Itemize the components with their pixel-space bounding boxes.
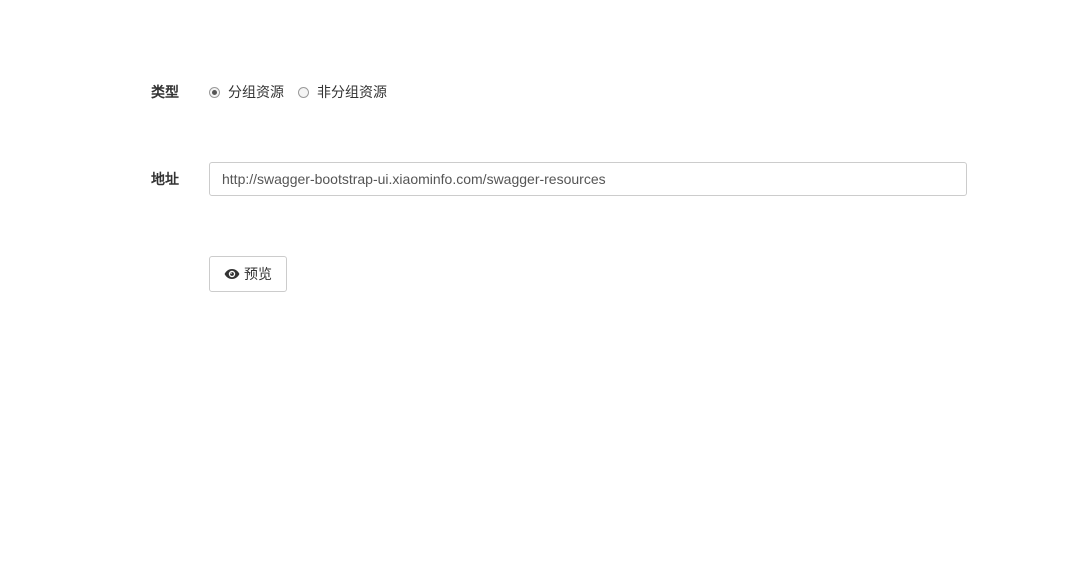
resource-form: 类型 分组资源 非分组资源 地址 预览 — [0, 0, 1090, 579]
type-label: 类型 — [151, 84, 179, 100]
radio-button-grouped[interactable] — [209, 86, 220, 98]
preview-button-label: 预览 — [244, 266, 272, 282]
radio-label-grouped[interactable]: 分组资源 — [228, 82, 284, 102]
radio-label-ungrouped[interactable]: 非分组资源 — [317, 82, 387, 102]
eye-icon — [224, 268, 240, 280]
type-radio-group: 分组资源 非分组资源 — [209, 82, 401, 102]
url-input[interactable] — [209, 162, 967, 196]
radio-button-ungrouped[interactable] — [298, 86, 309, 98]
preview-button[interactable]: 预览 — [209, 256, 287, 292]
radio-option-ungrouped[interactable]: 非分组资源 — [298, 82, 387, 102]
url-label: 地址 — [151, 171, 179, 187]
radio-option-grouped[interactable]: 分组资源 — [209, 82, 284, 102]
